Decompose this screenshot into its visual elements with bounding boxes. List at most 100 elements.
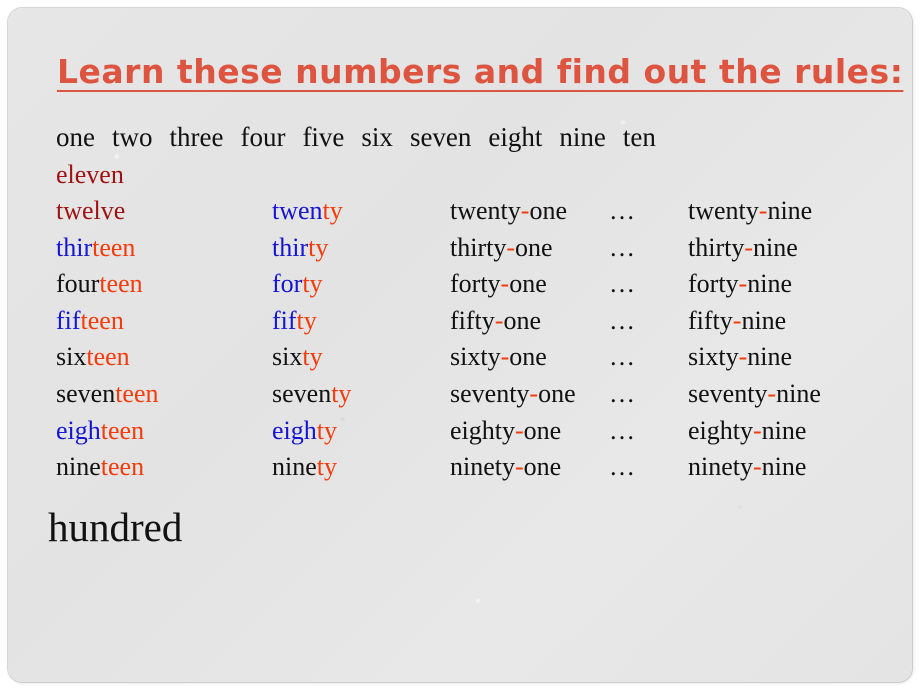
word-prefix: sixty bbox=[450, 342, 501, 372]
word-prefix: twenty bbox=[688, 196, 759, 225]
number-word: seven bbox=[409, 122, 472, 152]
word-prefix: fifty bbox=[450, 305, 495, 335]
tens-plus-nine-cell: forty-nine bbox=[688, 269, 792, 299]
tens-cell: sixty bbox=[272, 342, 323, 372]
word-prefix: seven bbox=[56, 378, 116, 408]
word-prefix: ninety bbox=[688, 452, 753, 482]
word-prefix: eighty bbox=[688, 415, 753, 445]
hyphen: - bbox=[738, 342, 748, 372]
teens-cell: twelve bbox=[56, 196, 125, 226]
teens-cell: nineteen bbox=[56, 452, 144, 482]
tens-cell: forty bbox=[272, 269, 323, 299]
ellipsis: … bbox=[609, 378, 636, 408]
number-word-eleven: eleven bbox=[56, 160, 124, 189]
word-prefix: six bbox=[272, 342, 303, 372]
word-prefix: thir bbox=[272, 232, 309, 262]
hyphen: - bbox=[515, 415, 524, 445]
number-word: six bbox=[361, 122, 393, 152]
word-suffix: one bbox=[509, 269, 547, 299]
word-prefix: sixty bbox=[688, 342, 739, 372]
ellipsis: … bbox=[609, 232, 636, 262]
word-suffix: one bbox=[523, 452, 562, 482]
tens-plus-one-cell: ninety-one bbox=[450, 452, 561, 482]
eleven-row: eleven bbox=[56, 160, 124, 190]
number-row: fourteen forty forty-one… forty-nine bbox=[8, 269, 912, 306]
word-prefix: eigh bbox=[56, 415, 101, 445]
word-suffix: teen bbox=[99, 269, 143, 299]
word-suffix: nine bbox=[767, 196, 813, 225]
tens-plus-one-cell: eighty-one bbox=[450, 416, 561, 446]
tens-plus-nine-cell: fifty-nine bbox=[688, 306, 786, 336]
hyphen: - bbox=[767, 378, 777, 408]
ellipsis: … bbox=[609, 196, 636, 225]
word-suffix: ty bbox=[296, 305, 317, 335]
word-prefix: for bbox=[272, 269, 303, 299]
hyphen: - bbox=[500, 342, 510, 372]
hyphen: - bbox=[738, 269, 748, 299]
hyphen: - bbox=[744, 232, 754, 262]
numbers-grid: twelve twenty twenty-one… twenty-nine thirte… bbox=[8, 196, 912, 489]
word-prefix: forty bbox=[688, 269, 739, 299]
tens-cell: seventy bbox=[272, 379, 351, 409]
ellipsis: … bbox=[609, 342, 636, 372]
word-suffix: nine bbox=[761, 452, 807, 482]
word-prefix: ninety bbox=[450, 452, 515, 482]
tens-plus-one-cell: fifty-one bbox=[450, 306, 541, 336]
word-suffix: teen bbox=[86, 342, 130, 372]
word-prefix: thirty bbox=[688, 232, 745, 262]
number-word: ten bbox=[622, 122, 656, 152]
ellipsis: … bbox=[609, 415, 636, 445]
word-suffix: nine bbox=[776, 378, 821, 408]
word-suffix: teen bbox=[100, 452, 145, 482]
tens-cell: eighty bbox=[272, 416, 337, 446]
hyphen: - bbox=[529, 378, 539, 408]
tens-plus-nine-cell: seventy-nine bbox=[688, 379, 821, 409]
hyphen: - bbox=[500, 269, 510, 299]
word-prefix: seventy bbox=[450, 378, 530, 408]
word-suffix: ty bbox=[331, 378, 352, 408]
word-suffix: one bbox=[538, 378, 576, 408]
tens-cell: ninety bbox=[272, 452, 337, 482]
word-suffix: teen bbox=[100, 415, 145, 445]
number-row: fifteen fifty fifty-one… fifty-nine bbox=[8, 306, 912, 343]
number-word: three bbox=[169, 122, 224, 152]
number-row: eighteen eighty eighty-one … eighty - nine bbox=[8, 416, 912, 453]
number-word: nine bbox=[559, 122, 606, 152]
word-suffix: teen bbox=[80, 305, 124, 335]
word-suffix: nine bbox=[761, 415, 807, 445]
word-suffix: nine bbox=[747, 269, 792, 299]
word-prefix: fif bbox=[272, 305, 297, 335]
hyphen: - bbox=[506, 232, 516, 262]
word-suffix: ty bbox=[302, 342, 323, 372]
number-row: nineteen ninety ninety-one… ninety-nine bbox=[8, 452, 912, 489]
word-prefix: thirty bbox=[450, 232, 507, 262]
page-title: Learn these numbers and find out the rul… bbox=[57, 52, 904, 91]
number-row: sixteen sixty sixty-one… sixty-nine bbox=[8, 342, 912, 379]
tens-cell: thirty bbox=[272, 233, 328, 263]
teens-cell: eighteen bbox=[56, 416, 144, 446]
number-word: eight bbox=[488, 122, 543, 152]
slide-canvas: Learn these numbers and find out the rul… bbox=[8, 8, 912, 682]
teens-cell: seventeen bbox=[56, 379, 159, 409]
number-word: two bbox=[111, 122, 153, 152]
word-suffix: one bbox=[503, 305, 541, 335]
word-prefix: twen bbox=[272, 196, 323, 225]
tens-plus-nine-cell: twenty-nine bbox=[688, 196, 812, 226]
number-word: four bbox=[240, 122, 286, 152]
word-suffix: ty bbox=[302, 269, 323, 299]
tens-cell: twenty bbox=[272, 196, 343, 226]
word-prefix: twenty bbox=[450, 196, 521, 225]
word-prefix: seventy bbox=[688, 378, 768, 408]
word-prefix: seven bbox=[272, 378, 332, 408]
word-prefix: forty bbox=[450, 269, 501, 299]
word-prefix: six bbox=[56, 342, 87, 372]
word-prefix: nine bbox=[272, 452, 317, 482]
word-suffix: teen bbox=[115, 378, 159, 408]
number-word: one bbox=[56, 122, 95, 152]
word-prefix: twelve bbox=[56, 196, 126, 225]
hundred-word: hundred bbox=[48, 504, 183, 550]
tens-cell: fifty bbox=[272, 306, 317, 336]
tens-plus-nine-cell: sixty-nine bbox=[688, 342, 792, 372]
ellipsis: … bbox=[609, 452, 636, 482]
ellipsis: … bbox=[609, 269, 636, 299]
